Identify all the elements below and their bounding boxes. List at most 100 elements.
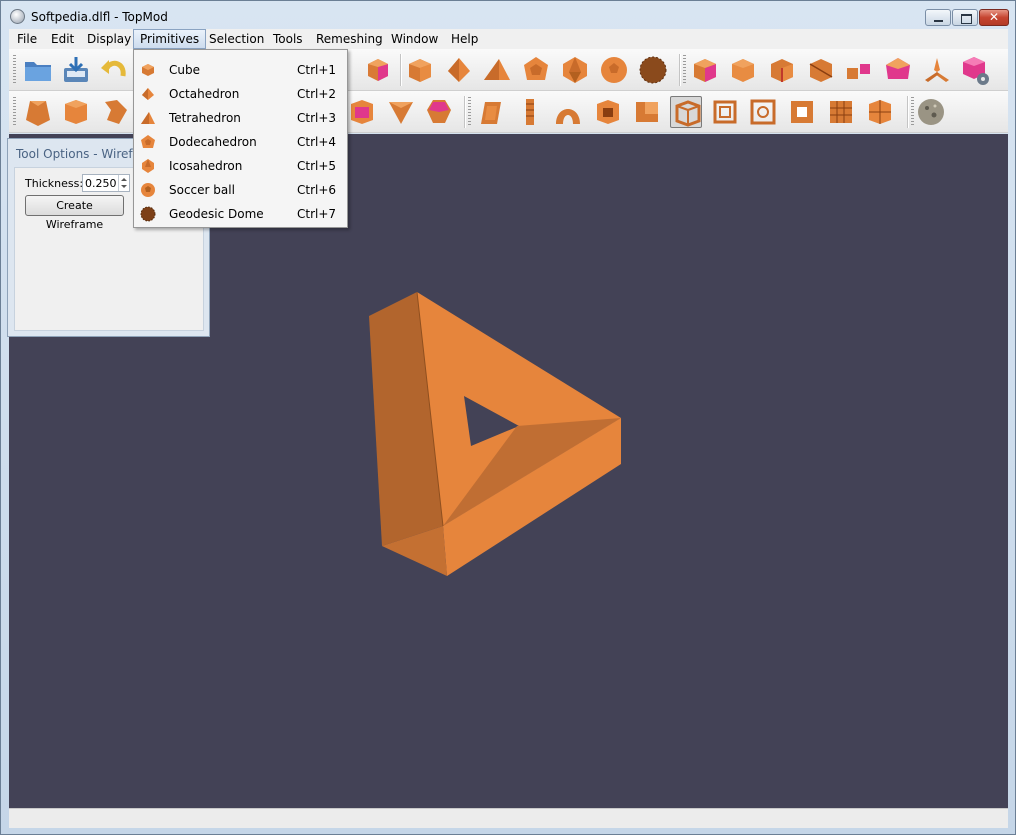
lattice-cube-icon bbox=[750, 99, 776, 125]
menu-edit[interactable]: Edit bbox=[45, 29, 80, 49]
doo-sabin-button[interactable] bbox=[60, 96, 92, 128]
create-dodecahedron-button[interactable] bbox=[520, 54, 552, 86]
arch-icon bbox=[556, 109, 580, 124]
sierpinsky-button[interactable] bbox=[786, 96, 818, 128]
spin-arrows-icon[interactable] bbox=[118, 175, 129, 191]
open-file-button[interactable] bbox=[22, 54, 54, 86]
cube-extrude-icon bbox=[732, 59, 754, 82]
prism-icon bbox=[26, 101, 50, 126]
menu-display[interactable]: Display bbox=[81, 29, 137, 49]
extrude-icosa-button[interactable] bbox=[766, 54, 798, 86]
double-stellate-button[interactable] bbox=[882, 54, 914, 86]
menu-item-tetrahedron[interactable]: Tetrahedron Ctrl+3 bbox=[134, 106, 347, 130]
settings-cube-button[interactable] bbox=[959, 54, 991, 86]
sculpt-button-c[interactable] bbox=[552, 96, 584, 128]
column-icon bbox=[526, 99, 534, 125]
sculpt-button-d[interactable] bbox=[592, 96, 624, 128]
create-tetrahedron-button[interactable] bbox=[481, 54, 513, 86]
extrude-octa-button[interactable] bbox=[805, 54, 837, 86]
tetrahedron-icon bbox=[141, 112, 155, 124]
wire-cube-icon bbox=[713, 100, 737, 124]
grid-cube-button[interactable] bbox=[864, 96, 896, 128]
toolbar2-button-c[interactable] bbox=[423, 96, 455, 128]
menger-icon bbox=[830, 101, 852, 123]
toolbar2-button-b[interactable] bbox=[385, 96, 417, 128]
wireframe-tool-button[interactable] bbox=[670, 96, 702, 128]
create-wireframe-button[interactable]: Create Wireframe bbox=[25, 195, 124, 231]
toolbar-separator bbox=[679, 54, 680, 86]
menu-item-shortcut: Ctrl+1 bbox=[297, 63, 337, 77]
toolbar-pink-cube-button[interactable] bbox=[362, 54, 394, 86]
create-cube-button[interactable] bbox=[404, 54, 436, 86]
thickness-spinbox[interactable]: 0.250 bbox=[82, 174, 130, 192]
menu-window[interactable]: Window bbox=[385, 29, 444, 49]
crust-modeling-button[interactable] bbox=[921, 54, 953, 86]
menu-tools[interactable]: Tools bbox=[267, 29, 309, 49]
menu-help[interactable]: Help bbox=[445, 29, 484, 49]
menu-item-dodecahedron[interactable]: Dodecahedron Ctrl+4 bbox=[134, 130, 347, 154]
menu-selection[interactable]: Selection bbox=[203, 29, 270, 49]
create-icosahedron-button[interactable] bbox=[559, 54, 591, 86]
stellate-button[interactable] bbox=[843, 54, 875, 86]
texture-button[interactable] bbox=[915, 96, 947, 128]
menu-item-geodesic-dome[interactable]: Geodesic Dome Ctrl+7 bbox=[134, 202, 347, 226]
sculpt-button-b[interactable] bbox=[514, 96, 546, 128]
toolbar2-button-a[interactable] bbox=[346, 96, 378, 128]
menger-sponge-button[interactable] bbox=[825, 96, 857, 128]
toolbar-grip[interactable] bbox=[683, 55, 686, 85]
toolbar-grip[interactable] bbox=[13, 97, 16, 127]
menu-bar: File Edit Display Primitives Selection T… bbox=[9, 29, 1008, 49]
toolbar-grip[interactable] bbox=[911, 97, 914, 127]
catmull-clark-button[interactable] bbox=[99, 96, 131, 128]
subdivide-button[interactable] bbox=[22, 96, 54, 128]
menu-item-shortcut: Ctrl+3 bbox=[297, 111, 337, 125]
create-octahedron-button[interactable] bbox=[443, 54, 475, 86]
cube-magenta-icon bbox=[368, 59, 388, 81]
magenta-face-cube-icon bbox=[351, 100, 373, 124]
save-file-button[interactable] bbox=[60, 54, 92, 86]
wireframe-cube-icon bbox=[675, 100, 701, 127]
extrude-dodeca-button[interactable] bbox=[727, 54, 759, 86]
menu-item-icosahedron[interactable]: Icosahedron Ctrl+5 bbox=[134, 154, 347, 178]
status-bar bbox=[9, 808, 1008, 828]
menu-item-octahedron[interactable]: Octahedron Ctrl+2 bbox=[134, 82, 347, 106]
gear-cube-icon bbox=[963, 57, 989, 85]
thickness-value[interactable]: 0.250 bbox=[85, 177, 117, 190]
menu-item-soccer-ball[interactable]: Soccer ball Ctrl+6 bbox=[134, 178, 347, 202]
panel-title[interactable]: Tool Options - Wirefra bbox=[16, 147, 145, 161]
octahedron-icon bbox=[142, 88, 154, 100]
geodesic-dome-icon bbox=[639, 56, 667, 84]
undo-button[interactable] bbox=[99, 54, 131, 86]
wireframe2-button[interactable] bbox=[709, 96, 741, 128]
extrude-face-button[interactable] bbox=[689, 54, 721, 86]
menu-file[interactable]: File bbox=[11, 29, 43, 49]
app-icon bbox=[10, 9, 25, 24]
app-window: Softpedia.dlfl - TopMod ✕ File Edit Disp… bbox=[0, 0, 1016, 835]
menu-primitives[interactable]: Primitives bbox=[133, 29, 207, 49]
thickness-label: Thickness: bbox=[25, 177, 84, 190]
maximize-button[interactable] bbox=[952, 9, 978, 26]
menu-remeshing[interactable]: Remeshing bbox=[310, 29, 389, 49]
close-button[interactable]: ✕ bbox=[979, 9, 1009, 26]
magenta-hex-icon bbox=[427, 100, 451, 123]
column-wire-button[interactable] bbox=[747, 96, 779, 128]
menu-item-shortcut: Ctrl+7 bbox=[297, 207, 337, 221]
create-geodesic-dome-button[interactable] bbox=[637, 54, 669, 86]
menu-item-label: Octahedron bbox=[169, 87, 240, 101]
icosahedron-icon bbox=[563, 57, 587, 83]
cube-icon bbox=[409, 59, 431, 82]
create-soccer-ball-button[interactable] bbox=[598, 54, 630, 86]
inverted-pyramid-icon bbox=[389, 102, 413, 124]
toolbar-separator bbox=[907, 96, 908, 128]
holes-cube-icon bbox=[791, 101, 813, 123]
menu-item-label: Dodecahedron bbox=[169, 135, 257, 149]
save-icon bbox=[64, 57, 88, 82]
sculpt-button-e[interactable] bbox=[631, 96, 663, 128]
tetrahedron-icon bbox=[484, 59, 510, 80]
sculpt-button-a[interactable] bbox=[475, 96, 507, 128]
menu-item-cube[interactable]: Cube Ctrl+1 bbox=[134, 58, 347, 82]
geodesic-dome-icon bbox=[140, 206, 156, 222]
minimize-button[interactable] bbox=[925, 9, 951, 26]
toolbar-grip[interactable] bbox=[468, 97, 471, 127]
toolbar-grip[interactable] bbox=[13, 55, 16, 85]
